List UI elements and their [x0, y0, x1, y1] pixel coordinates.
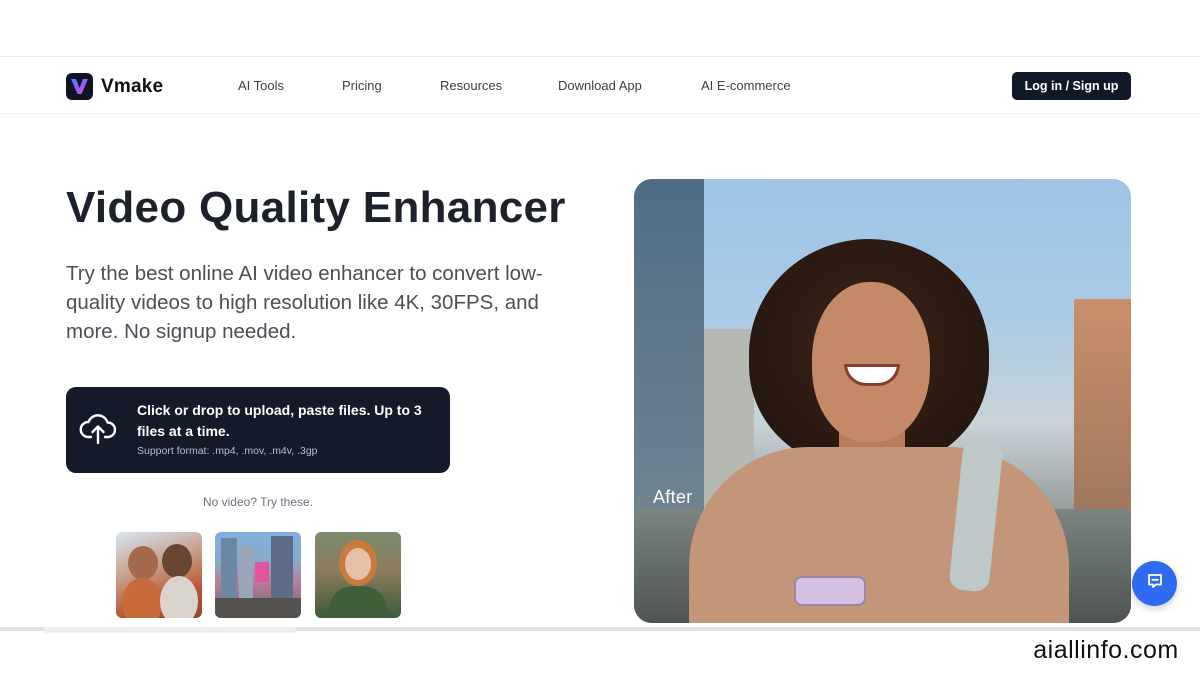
supported-formats: Support format: .mp4, .mov, .m4v, .3gp [137, 445, 318, 457]
nav-download-app[interactable]: Download App [558, 78, 642, 93]
sample-person [128, 546, 158, 580]
watermark: aiallinfo.com [1015, 632, 1197, 668]
nav-pricing[interactable]: Pricing [342, 78, 382, 93]
sample-person [162, 544, 192, 578]
hero-after-image: After [634, 179, 1131, 623]
upload-dropzone[interactable]: Click or drop to upload, paste files. Up… [66, 387, 450, 473]
sample-person [122, 578, 162, 618]
sample-building [271, 536, 293, 598]
browser-top-area [0, 0, 1200, 57]
navbar: Vmake AI Tools Pricing Resources Downloa… [0, 58, 1200, 114]
sample-video-2[interactable] [215, 532, 301, 618]
sample-person [160, 576, 198, 618]
page-title: Video Quality Enhancer [66, 183, 566, 232]
brand-name: Vmake [101, 75, 164, 97]
sample-street [215, 598, 301, 618]
image-phone [794, 576, 866, 606]
image-woman-face [812, 282, 930, 442]
sample-building [239, 546, 253, 598]
chat-icon [1146, 572, 1164, 595]
sample-body [329, 586, 387, 618]
nav-resources[interactable]: Resources [440, 78, 502, 93]
vmake-logo[interactable]: Vmake [66, 73, 163, 100]
sample-building [221, 538, 237, 598]
sample-face [345, 548, 371, 580]
image-woman-sweater [689, 447, 1069, 623]
sample-billboard [255, 562, 269, 582]
nav-ai-ecommerce[interactable]: AI E-commerce [701, 78, 791, 93]
after-label: After [653, 487, 693, 507]
try-samples-label: No video? Try these. [202, 495, 314, 509]
sample-video-3[interactable] [315, 532, 401, 618]
chat-button[interactable] [1132, 561, 1177, 606]
hero-subtitle: Try the best online AI video enhancer to… [66, 262, 543, 343]
upload-instructions: Click or drop to upload, paste files. Up… [137, 402, 422, 439]
sample-video-1[interactable] [116, 532, 202, 618]
login-signup-button[interactable]: Log in / Sign up [1012, 72, 1131, 100]
upload-cloud-icon [79, 412, 117, 451]
vmake-logo-icon [66, 73, 93, 100]
nav-ai-tools[interactable]: AI Tools [238, 78, 284, 93]
page-bottom-strip [44, 627, 296, 633]
